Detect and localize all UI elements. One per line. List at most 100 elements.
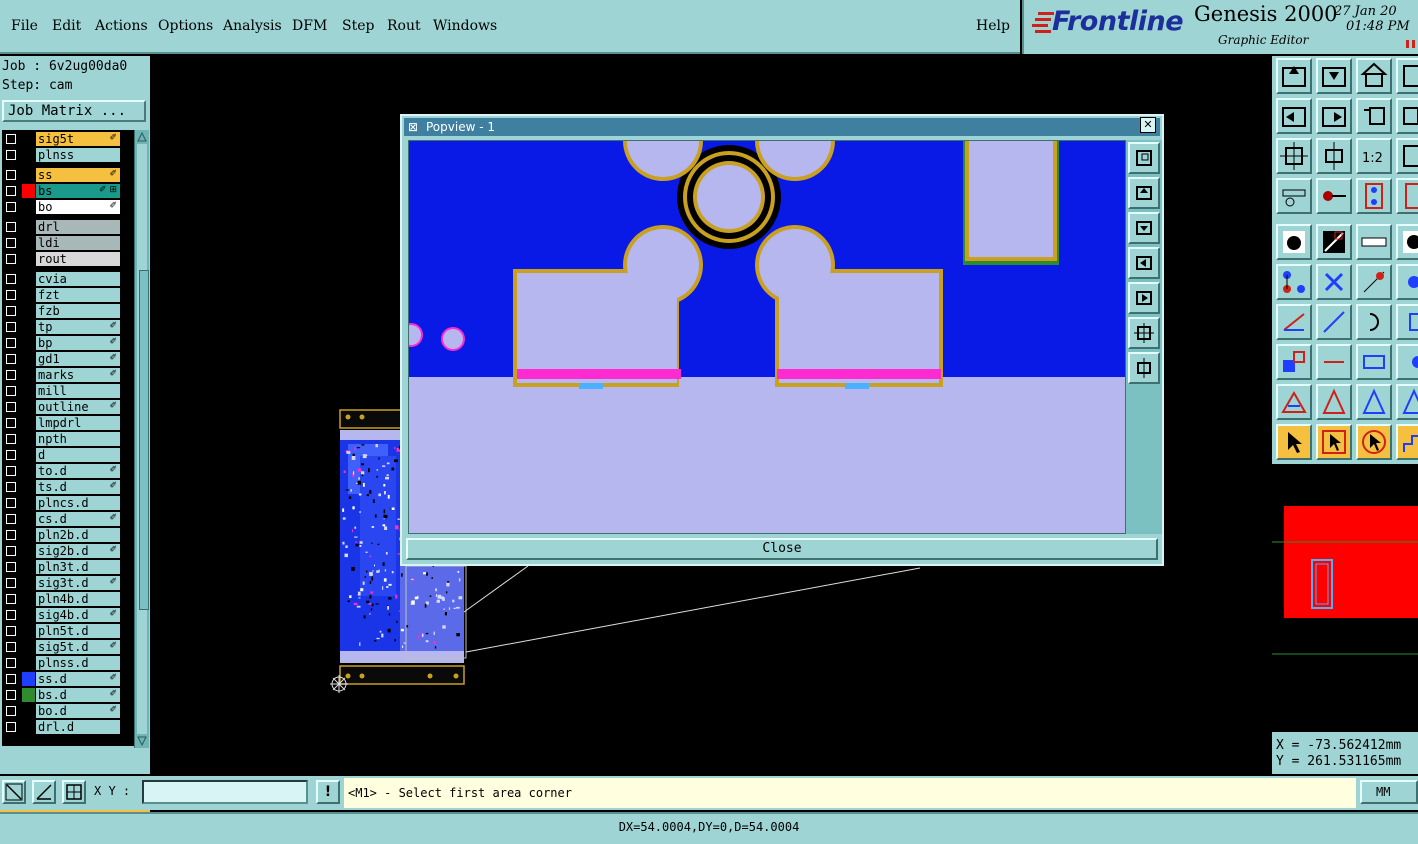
zoom-in-button[interactable]: [1276, 58, 1312, 94]
menu-rout[interactable]: Rout: [387, 18, 421, 34]
layer-color-swatch[interactable]: [22, 168, 35, 182]
layer-checkbox[interactable]: [6, 202, 16, 212]
minus-button[interactable]: [1316, 344, 1352, 380]
layer-color-swatch[interactable]: [22, 384, 35, 398]
layer-color-swatch[interactable]: [22, 352, 35, 366]
layer-color-swatch[interactable]: [22, 288, 35, 302]
pointer-button[interactable]: [1276, 424, 1312, 460]
popview-close-x-button[interactable]: ✕: [1140, 117, 1156, 133]
arc-button[interactable]: [1356, 304, 1392, 340]
layer-color-swatch[interactable]: [22, 672, 35, 686]
layer-checkbox[interactable]: [6, 418, 16, 428]
layer-checkbox[interactable]: [6, 274, 16, 284]
layer-color-swatch[interactable]: [22, 336, 35, 350]
angle-mode-button[interactable]: [32, 780, 56, 804]
layer-row[interactable]: sig5t ✐: [2, 132, 120, 146]
layer-name[interactable]: ss: [36, 168, 120, 182]
menu-analysis[interactable]: Analysis: [223, 18, 282, 34]
layer-name[interactable]: cvia: [36, 272, 120, 286]
one-to-one-button[interactable]: 1:2: [1356, 138, 1392, 174]
layer-row[interactable]: pln2b.d: [2, 528, 120, 542]
layer-color-swatch[interactable]: [22, 592, 35, 606]
job-matrix-button[interactable]: Job Matrix ...: [2, 100, 146, 122]
layer-name[interactable]: bp: [36, 336, 120, 350]
layer-color-swatch[interactable]: [22, 432, 35, 446]
fit-button[interactable]: [1276, 138, 1312, 174]
layer-name[interactable]: bs.d: [36, 688, 120, 702]
pv-pan-right-button[interactable]: [1128, 282, 1160, 314]
layer-color-swatch[interactable]: [22, 272, 35, 286]
layer-row[interactable]: ts.d ✐: [2, 480, 120, 494]
layer-checkbox[interactable]: [6, 386, 16, 396]
layer-color-swatch[interactable]: [22, 320, 35, 334]
layer-row[interactable]: cs.d ✐: [2, 512, 120, 526]
layer-color-swatch[interactable]: [22, 512, 35, 526]
layer-checkbox[interactable]: [6, 514, 16, 524]
layer-row[interactable]: bs ✐ ⊞: [2, 184, 120, 198]
slash-button[interactable]: [1316, 304, 1352, 340]
layer-checkbox[interactable]: [6, 594, 16, 604]
layer-name[interactable]: marks: [36, 368, 120, 382]
grid-mode-button[interactable]: [62, 780, 86, 804]
layer-name[interactable]: sig5t.d: [36, 640, 120, 654]
menu-edit[interactable]: Edit: [52, 18, 81, 34]
pv-fit-button[interactable]: [1128, 317, 1160, 349]
key-button[interactable]: [1316, 178, 1352, 214]
layer-color-swatch[interactable]: [22, 184, 35, 198]
layer-row[interactable]: lmpdrl: [2, 416, 120, 430]
line-tool-button[interactable]: [1316, 224, 1352, 260]
layer-checkbox[interactable]: [6, 402, 16, 412]
layer-name[interactable]: ts.d: [36, 480, 120, 494]
layer-name[interactable]: to.d: [36, 464, 120, 478]
triangle4-button[interactable]: [1396, 384, 1418, 420]
zoom-fit-button[interactable]: [1316, 138, 1352, 174]
layer-name[interactable]: ldi: [36, 236, 120, 250]
menu-windows[interactable]: Windows: [433, 18, 497, 34]
layer-row[interactable]: bo.d ✐: [2, 704, 120, 718]
layer-color-swatch[interactable]: [22, 416, 35, 430]
layer-name[interactable]: lmpdrl: [36, 416, 120, 430]
layer-color-swatch[interactable]: [22, 480, 35, 494]
layer-checkbox[interactable]: [6, 642, 16, 652]
popview-canvas[interactable]: [408, 140, 1126, 534]
pv-zoom-in-button[interactable]: [1128, 177, 1160, 209]
menu-options[interactable]: Options: [158, 18, 213, 34]
layer-checkbox[interactable]: [6, 290, 16, 300]
grid-button[interactable]: [1356, 344, 1392, 380]
layer-color-swatch[interactable]: [22, 608, 35, 622]
layer-scrollbar[interactable]: [134, 130, 149, 748]
layer-color-swatch[interactable]: [22, 576, 35, 590]
exclaim-button[interactable]: !: [316, 780, 340, 804]
layer-row[interactable]: cvia: [2, 272, 120, 286]
layer-checkbox[interactable]: [6, 222, 16, 232]
angle-button[interactable]: [1276, 304, 1312, 340]
zoom-out-button[interactable]: [1316, 58, 1352, 94]
layer-color-swatch[interactable]: [22, 544, 35, 558]
pan-right-button[interactable]: [1316, 98, 1352, 134]
layer-checkbox[interactable]: [6, 322, 16, 332]
layer-row[interactable]: to.d ✐: [2, 464, 120, 478]
layer-name[interactable]: sig5t: [36, 132, 120, 146]
layer-name[interactable]: cs.d: [36, 512, 120, 526]
pointer-box-button[interactable]: [1316, 424, 1352, 460]
point-button[interactable]: [1356, 264, 1392, 300]
layer-row[interactable]: rout: [2, 252, 120, 266]
layer-color-swatch[interactable]: [22, 132, 35, 146]
layer-row[interactable]: pln5t.d: [2, 624, 120, 638]
layer-name[interactable]: drl.d: [36, 720, 120, 734]
layer-row[interactable]: plnss: [2, 148, 120, 162]
layer-name[interactable]: pln5t.d: [36, 624, 120, 638]
measure-button[interactable]: [1276, 178, 1312, 214]
layer-color-swatch[interactable]: [22, 236, 35, 250]
layer-checkbox[interactable]: [6, 434, 16, 444]
layer-checkbox[interactable]: [6, 482, 16, 492]
layer-checkbox[interactable]: [6, 546, 16, 556]
layer-row[interactable]: mill: [2, 384, 120, 398]
layer-color-swatch[interactable]: [22, 448, 35, 462]
redo-button[interactable]: [1396, 98, 1418, 134]
layer-name[interactable]: fzt: [36, 288, 120, 302]
cross-pad-button[interactable]: [1396, 344, 1418, 380]
layer-row[interactable]: fzt: [2, 288, 120, 302]
layer-checkbox[interactable]: [6, 370, 16, 380]
layer-name[interactable]: d: [36, 448, 120, 462]
